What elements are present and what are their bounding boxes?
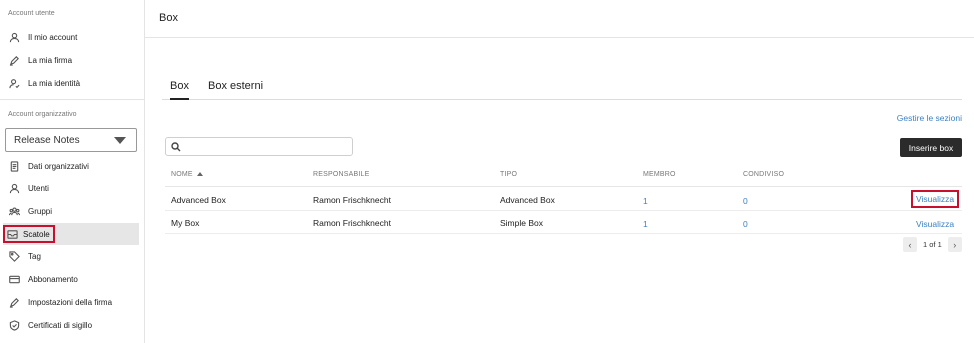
cell-membro-link[interactable]: 1: [643, 219, 648, 229]
tag-icon: [8, 250, 20, 262]
user-account-section-title: Account utente: [8, 10, 55, 17]
inbox-icon: [6, 228, 18, 240]
sidebar-item-label: Dati organizzativi: [28, 161, 89, 171]
sidebar-item-label: Tag: [28, 251, 41, 261]
sidebar-item-my-account[interactable]: Il mio account: [3, 26, 139, 48]
sidebar-item-signature-settings[interactable]: Impostazioni della firma: [3, 291, 139, 313]
page-title: Box: [159, 12, 178, 24]
column-header-nome[interactable]: NOME: [171, 171, 203, 178]
cell-membro-link[interactable]: 1: [643, 196, 648, 206]
sort-ascending-icon: [196, 172, 203, 177]
header-divider: [145, 37, 974, 38]
cell-condiviso-link[interactable]: 0: [743, 196, 748, 206]
sidebar-item-groups[interactable]: Gruppi: [3, 200, 139, 222]
chevron-down-icon: [114, 137, 126, 144]
sidebar-item-subscription[interactable]: Abbonamento: [3, 268, 139, 290]
cell-nome: My Box: [171, 218, 200, 228]
cell-condiviso-link[interactable]: 0: [743, 219, 748, 229]
shield-check-icon: [8, 319, 20, 331]
org-account-section-title: Account organizzativo: [8, 111, 77, 118]
sidebar-item-label: La mia firma: [28, 55, 73, 65]
user-icon: [8, 31, 20, 43]
column-header-condiviso: CONDIVISO: [743, 171, 785, 178]
sidebar-item-label: Impostazioni della firma: [28, 297, 113, 307]
manage-sections-link[interactable]: Gestire le sezioni: [897, 113, 962, 123]
cell-tipo: Simple Box: [500, 218, 543, 228]
document-icon: [8, 160, 20, 172]
sidebar-item-label: Gruppi: [28, 206, 53, 216]
sidebar-item-users[interactable]: Utenti: [3, 177, 139, 199]
sidebar-item-label: Abbonamento: [28, 274, 78, 284]
organization-select-value: Release Notes: [14, 134, 80, 146]
column-header-membro: MEMBRO: [643, 171, 676, 178]
pagination: ‹ 1 of 1 ›: [903, 237, 962, 252]
cell-tipo: Advanced Box: [500, 195, 555, 205]
view-button[interactable]: Visualizza: [916, 219, 954, 229]
user-check-icon: [8, 77, 20, 89]
previous-page-button[interactable]: ‹: [903, 237, 917, 252]
search-icon: [171, 142, 181, 152]
sidebar-item-label: Il mio account: [28, 32, 78, 42]
boxes-highlight: Scatole: [3, 225, 55, 243]
cell-nome: Advanced Box: [171, 195, 226, 205]
sidebar-item-org-data[interactable]: Dati organizzativi: [3, 155, 139, 177]
tab-external-boxes[interactable]: Box esterni: [208, 80, 263, 100]
cell-responsabile: Ramon Frischknecht: [313, 195, 391, 205]
column-header-label: NOME: [171, 171, 193, 178]
search-input[interactable]: [165, 137, 353, 156]
sidebar-item-my-signature[interactable]: La mia firma: [3, 49, 139, 71]
cell-responsabile: Ramon Frischknecht: [313, 218, 391, 228]
row-divider: [165, 210, 962, 211]
sidebar-item-seal-certificates[interactable]: Certificati di sigillo: [3, 314, 139, 336]
column-header-responsabile: RESPONSABILE: [313, 171, 370, 178]
pen-icon: [8, 54, 20, 66]
card-icon: [8, 273, 20, 285]
pen-icon: [8, 296, 20, 308]
sidebar-item-label: La mia identità: [28, 78, 81, 88]
row-divider: [165, 233, 962, 234]
next-page-button[interactable]: ›: [947, 237, 962, 252]
column-header-tipo: TIPO: [500, 171, 518, 178]
sidebar-item-label: Scatole: [23, 229, 50, 239]
sidebar-divider: [0, 99, 144, 100]
page-indicator: 1 of 1: [923, 240, 942, 249]
sidebar-item-my-identity[interactable]: La mia identità: [3, 72, 139, 94]
view-button[interactable]: Visualizza: [910, 190, 960, 208]
insert-box-button[interactable]: Inserire box: [900, 138, 962, 157]
tab-bar: Box Box esterni: [162, 78, 962, 100]
group-icon: [8, 205, 20, 217]
organization-select[interactable]: Release Notes: [5, 128, 137, 152]
user-icon: [8, 182, 20, 194]
sidebar-item-label: Certificati di sigillo: [28, 320, 93, 330]
table-header-divider: [165, 186, 962, 187]
sidebar-item-label: Utenti: [28, 183, 49, 193]
sidebar-item-boxes[interactable]: Scatole: [3, 223, 139, 245]
tab-box[interactable]: Box: [170, 80, 189, 100]
sidebar-item-tag[interactable]: Tag: [3, 245, 139, 267]
sidebar: Account utente Il mio account La mia fir…: [0, 0, 145, 343]
